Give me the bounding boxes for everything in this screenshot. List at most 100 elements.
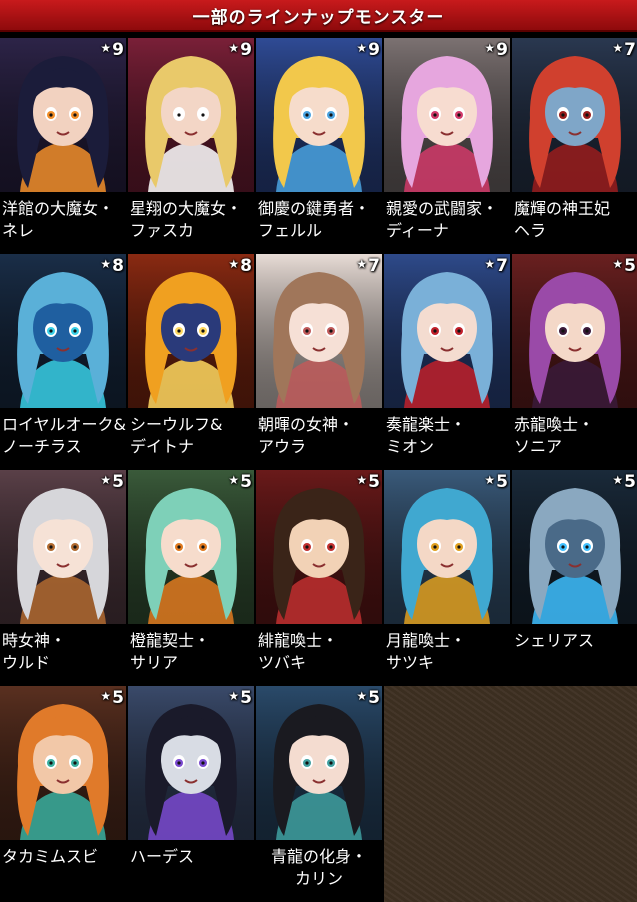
star-icon: ★ <box>100 257 112 271</box>
monster-portrait <box>384 38 510 192</box>
monster-name: 奏龍楽士・ ミオン <box>386 415 467 456</box>
monster-card[interactable]: ★5 時女神・ ウルド <box>0 470 126 685</box>
monster-portrait <box>256 470 382 624</box>
rarity-badge: ★5 <box>228 472 252 492</box>
star-icon: ★ <box>484 257 496 271</box>
monster-card[interactable]: ★9 星翔の大魔女・ ファスカ <box>128 38 254 253</box>
monster-name: 緋龍喚士・ ツバキ <box>258 631 339 672</box>
monster-portrait <box>0 686 126 840</box>
rarity-badge: ★5 <box>612 472 636 492</box>
rarity-value: 9 <box>240 40 252 60</box>
monster-portrait <box>384 470 510 624</box>
rarity-value: 8 <box>240 256 252 276</box>
monster-portrait <box>128 38 254 192</box>
rarity-value: 5 <box>112 688 124 708</box>
rarity-badge: ★9 <box>356 40 380 60</box>
monster-name: シーウルフ& デイトナ <box>130 415 223 456</box>
page-title: 一部のラインナップモンスター <box>0 0 637 32</box>
monster-card[interactable]: ★8 シーウルフ& デイトナ <box>128 254 254 469</box>
monster-portrait <box>128 254 254 408</box>
monster-card[interactable]: ★5 青龍の化身・ カリン <box>256 686 382 901</box>
rarity-value: 7 <box>368 256 380 276</box>
page-title-text: 一部のラインナップモンスター <box>192 7 445 28</box>
monster-card[interactable]: ★7 朝暉の女神・ アウラ <box>256 254 382 469</box>
monster-name: 朝暉の女神・ アウラ <box>258 415 355 456</box>
rarity-value: 5 <box>496 472 508 492</box>
monster-name: 月龍喚士・ サツキ <box>386 631 467 672</box>
monster-name: 星翔の大魔女・ ファスカ <box>130 199 243 240</box>
monster-portrait <box>512 254 637 408</box>
star-icon: ★ <box>356 473 368 487</box>
star-icon: ★ <box>100 41 112 55</box>
rarity-value: 5 <box>112 472 124 492</box>
monster-card[interactable]: ★7 奏龍楽士・ ミオン <box>384 254 510 469</box>
star-icon: ★ <box>484 41 496 55</box>
monster-name: ロイヤルオーク& ノーチラス <box>2 415 126 456</box>
rarity-badge: ★9 <box>484 40 508 60</box>
star-icon: ★ <box>100 689 112 703</box>
rarity-badge: ★7 <box>356 256 380 276</box>
monster-portrait <box>256 686 382 840</box>
rarity-value: 9 <box>368 40 380 60</box>
rarity-value: 5 <box>368 472 380 492</box>
monster-card[interactable]: ★5 月龍喚士・ サツキ <box>384 470 510 685</box>
monster-name: 時女神・ ウルド <box>2 631 67 672</box>
monster-name: シェリアス <box>514 631 595 650</box>
monster-card[interactable]: ★5 赤龍喚士・ ソニア <box>512 254 637 469</box>
rarity-value: 9 <box>496 40 508 60</box>
star-icon: ★ <box>356 689 368 703</box>
monster-portrait <box>128 470 254 624</box>
star-icon: ★ <box>228 257 240 271</box>
star-icon: ★ <box>356 257 368 271</box>
monster-card[interactable]: ★7 魔輝の神王妃 ヘラ <box>512 38 637 253</box>
monster-card[interactable]: ★5 シェリアス <box>512 470 637 685</box>
monster-card[interactable]: ★9 洋館の大魔女・ ネレ <box>0 38 126 253</box>
rarity-badge: ★5 <box>228 688 252 708</box>
monster-card[interactable]: ★9 親愛の武闘家・ ディーナ <box>384 38 510 253</box>
star-icon: ★ <box>612 41 624 55</box>
rarity-value: 5 <box>624 472 636 492</box>
monster-name: 魔輝の神王妃 ヘラ <box>514 199 611 240</box>
monster-card[interactable]: ★5 緋龍喚士・ ツバキ <box>256 470 382 685</box>
rarity-badge: ★5 <box>100 472 124 492</box>
rarity-badge: ★9 <box>100 40 124 60</box>
rarity-badge: ★5 <box>484 472 508 492</box>
monster-card[interactable]: ★8 ロイヤルオーク& ノーチラス <box>0 254 126 469</box>
rarity-badge: ★7 <box>612 40 636 60</box>
monster-portrait <box>384 254 510 408</box>
monster-portrait <box>128 686 254 840</box>
monster-card[interactable]: ★5 タカミムスビ <box>0 686 126 901</box>
rarity-badge: ★9 <box>228 40 252 60</box>
monster-name: 青龍の化身・ カリン <box>270 847 367 888</box>
star-icon: ★ <box>100 473 112 487</box>
monster-name: 橙龍契士・ サリア <box>130 631 211 672</box>
monster-card[interactable]: ★5 ハーデス <box>128 686 254 901</box>
monster-name: 親愛の武闘家・ ディーナ <box>386 199 499 240</box>
monster-card[interactable]: ★9 御慶の鍵勇者・ フェルル <box>256 38 382 253</box>
rarity-value: 5 <box>240 688 252 708</box>
rarity-badge: ★8 <box>228 256 252 276</box>
rarity-value: 5 <box>368 688 380 708</box>
rarity-badge: ★5 <box>356 472 380 492</box>
rarity-badge: ★5 <box>612 256 636 276</box>
star-icon: ★ <box>228 689 240 703</box>
rarity-value: 5 <box>624 256 636 276</box>
rarity-value: 7 <box>496 256 508 276</box>
rarity-badge: ★8 <box>100 256 124 276</box>
monster-portrait <box>0 470 126 624</box>
star-icon: ★ <box>356 41 368 55</box>
star-icon: ★ <box>228 41 240 55</box>
star-icon: ★ <box>612 473 624 487</box>
monster-card[interactable]: ★5 橙龍契士・ サリア <box>128 470 254 685</box>
monster-name: 赤龍喚士・ ソニア <box>514 415 595 456</box>
monster-portrait <box>0 38 126 192</box>
monster-portrait <box>256 254 382 408</box>
rarity-badge: ★5 <box>356 688 380 708</box>
rarity-value: 9 <box>112 40 124 60</box>
monster-name: 洋館の大魔女・ ネレ <box>2 199 115 240</box>
monster-name: タカミムスビ <box>2 847 99 866</box>
rarity-value: 5 <box>240 472 252 492</box>
monster-portrait <box>256 38 382 192</box>
monster-portrait <box>512 470 637 624</box>
star-icon: ★ <box>484 473 496 487</box>
